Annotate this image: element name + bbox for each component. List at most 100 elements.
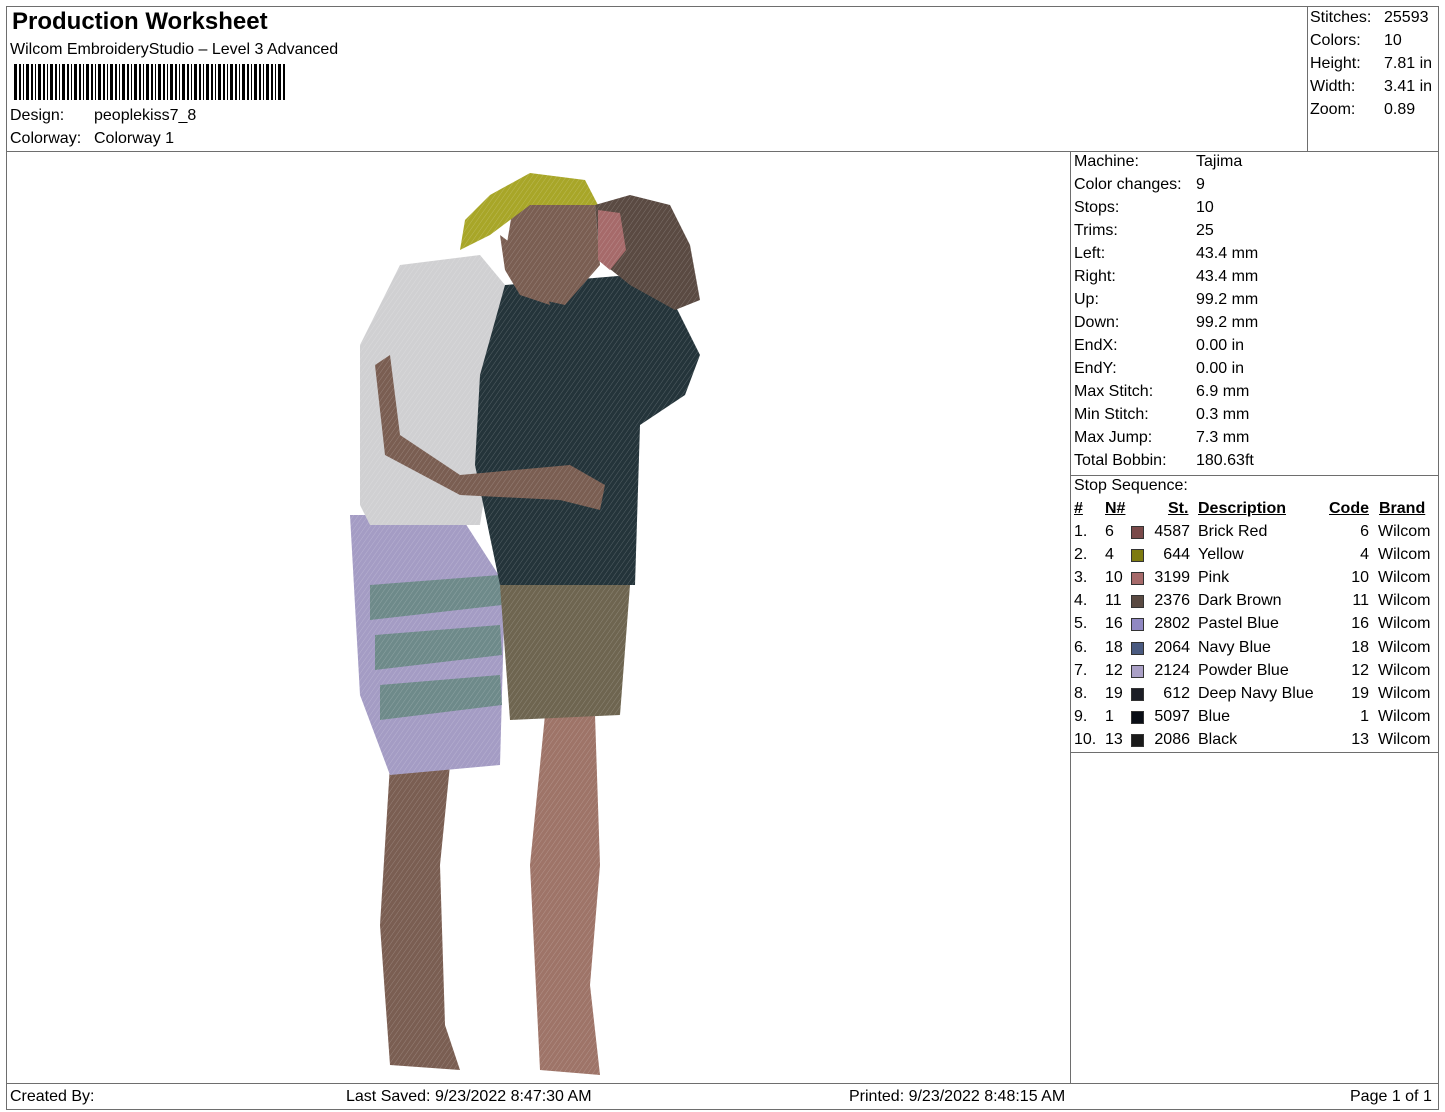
barcode-bar: [227, 64, 228, 100]
barcode-bar: [251, 64, 252, 100]
barcode-bar: [179, 64, 180, 100]
page-number: Page 1 of 1: [1350, 1088, 1432, 1105]
row-stitches: 2376: [1154, 592, 1190, 610]
barcode-bar: [95, 64, 96, 100]
row-description: Pink: [1198, 569, 1230, 587]
barcode-bar: [38, 64, 41, 100]
barcode-bar: [163, 64, 165, 100]
colorway-value: Colorway 1: [94, 130, 175, 147]
machine-info-label: Left:: [1074, 245, 1106, 262]
row-number: 3.: [1074, 569, 1088, 587]
table-row: 2. 4 644 Yellow 4 Wilcom: [1070, 546, 1440, 569]
machine-info-label: Stops:: [1074, 199, 1120, 216]
row-description: Deep Navy Blue: [1198, 684, 1314, 702]
barcode-bar: [86, 64, 89, 100]
table-row: 1. 6 4587 Brick Red 6 Wilcom: [1070, 523, 1440, 546]
barcode-bar: [175, 64, 177, 100]
barcode-bar: [155, 64, 156, 100]
machine-info-value: 10: [1196, 199, 1214, 216]
barcode-bar: [158, 64, 161, 100]
table-row: 3. 10 3199 Pink 10 Wilcom: [1070, 569, 1440, 592]
row-needle: 19: [1105, 684, 1123, 702]
row-needle: 13: [1105, 730, 1123, 748]
row-brand: Wilcom: [1378, 638, 1431, 656]
barcode-bar: [263, 64, 264, 100]
summary-value-height: 7.81 in: [1384, 55, 1433, 72]
row-number: 8.: [1074, 684, 1088, 702]
color-swatch: [1131, 687, 1144, 701]
barcode-bar: [43, 64, 45, 100]
row-brand: Wilcom: [1378, 661, 1431, 679]
machine-info-label: Right:: [1074, 268, 1116, 285]
machine-info-label: EndY:: [1074, 360, 1117, 377]
row-brand: Wilcom: [1378, 684, 1431, 702]
barcode-bar: [206, 64, 209, 100]
row-brand: Wilcom: [1378, 523, 1431, 540]
software-name: Wilcom EmbroideryStudio – Level 3 Advanc…: [10, 41, 339, 58]
barcode-bar: [194, 64, 197, 100]
design-value: peoplekiss7_8: [94, 107, 197, 124]
machine-info-value: 0.3 mm: [1196, 406, 1250, 423]
machine-info-label: Min Stitch:: [1074, 406, 1149, 423]
row-brand: Wilcom: [1378, 707, 1431, 725]
row-brand: Wilcom: [1378, 569, 1431, 587]
machine-info-label: Down:: [1074, 314, 1120, 331]
row-needle: 1: [1105, 707, 1114, 725]
summary-label-colors: Colors:: [1310, 32, 1361, 49]
machine-info-value: 99.2 mm: [1196, 314, 1259, 331]
row-stitches: 5097: [1154, 707, 1190, 725]
machine-info-label: Machine:: [1074, 153, 1139, 170]
page-title: Production Worksheet: [12, 8, 268, 35]
stop-sequence-title: Stop Sequence:: [1074, 477, 1188, 494]
color-swatch: [1131, 710, 1144, 724]
created-by: Created By:: [10, 1088, 95, 1105]
row-brand: Wilcom: [1378, 592, 1431, 610]
row-stitches: 2124: [1154, 661, 1190, 679]
column-header-st: St.: [1168, 500, 1189, 517]
barcode-bar: [122, 64, 125, 100]
barcode-bar: [79, 64, 81, 100]
row-description: Brick Red: [1198, 523, 1268, 540]
color-swatch: [1131, 664, 1144, 678]
barcode-bar: [143, 64, 144, 100]
barcode-bar: [103, 64, 105, 100]
row-description: Black: [1198, 730, 1238, 748]
barcode-bar: [182, 64, 185, 100]
row-stitches: 644: [1163, 546, 1190, 564]
row-needle: 16: [1105, 615, 1123, 633]
barcode-bar: [134, 64, 137, 100]
barcode-bar: [278, 64, 281, 100]
barcode-bar: [235, 64, 237, 100]
machine-info-label: Max Stitch:: [1074, 383, 1154, 400]
barcode-bar: [19, 64, 21, 100]
barcode-bar: [254, 64, 257, 100]
barcode-bar: [71, 64, 72, 100]
barcode-bar: [98, 64, 101, 100]
barcode-bar: [211, 64, 213, 100]
machine-info-value: 43.4 mm: [1196, 245, 1259, 262]
summary-label-width: Width:: [1310, 78, 1356, 95]
row-number: 2.: [1074, 546, 1088, 564]
barcode-bar: [127, 64, 129, 100]
barcode-bar: [91, 64, 93, 100]
barcode-bar: [83, 64, 84, 100]
barcode: [14, 64, 285, 100]
table-row: 9. 1 5097 Blue 1 Wilcom: [1070, 708, 1440, 731]
table-row: 10. 13 2086 Black 13 Wilcom: [1070, 731, 1440, 754]
barcode-bar: [107, 64, 108, 100]
machine-info-value: 25: [1196, 222, 1214, 239]
column-header-n: N#: [1105, 500, 1126, 517]
row-number: 5.: [1074, 615, 1088, 633]
last-saved: Last Saved: 9/23/2022 8:47:30 AM: [346, 1088, 592, 1105]
row-number: 6.: [1074, 638, 1088, 656]
barcode-bar: [218, 64, 221, 100]
barcode-bar: [146, 64, 149, 100]
row-code: 13: [1351, 730, 1369, 748]
row-needle: 6: [1105, 523, 1114, 540]
barcode-bar: [55, 64, 57, 100]
row-code: 12: [1351, 661, 1369, 679]
machine-info-value: Tajima: [1196, 153, 1243, 170]
column-header-brand: Brand: [1379, 500, 1426, 517]
machine-info-label: Up:: [1074, 291, 1099, 308]
color-swatch: [1131, 641, 1144, 655]
